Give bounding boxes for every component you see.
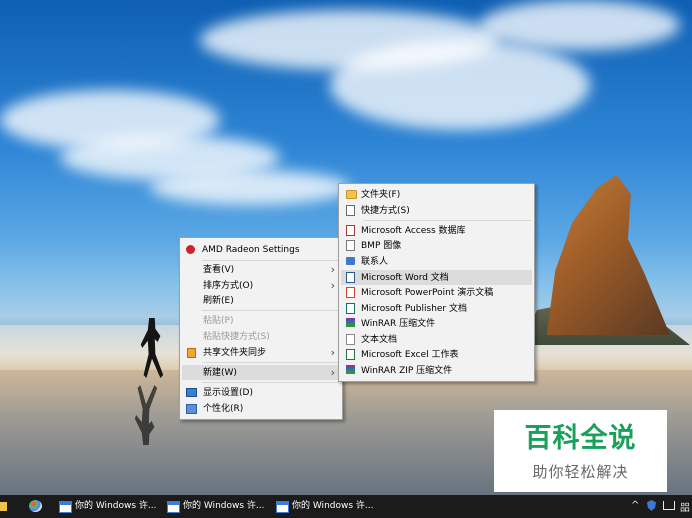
menu-item-label: AMD Radeon Settings (202, 245, 300, 255)
chevron-right-icon: › (330, 366, 335, 379)
shortcut-icon (346, 205, 355, 216)
access-icon (346, 225, 355, 236)
text-document-icon (346, 334, 355, 345)
paint-icon (29, 500, 42, 512)
display-settings-icon (186, 388, 197, 397)
menu-item-personalize[interactable]: 个性化(R) (182, 401, 340, 416)
chevron-right-icon: › (330, 263, 335, 276)
taskbar-window-button[interactable]: 你的 Windows 许... (165, 496, 270, 517)
amd-radeon-icon (186, 245, 195, 254)
submenu-item-powerpoint[interactable]: Microsoft PowerPoint 演示文稿 (341, 285, 532, 300)
menu-item-display-settings[interactable]: 显示设置(D) (182, 385, 340, 400)
wallpaper-rock (546, 175, 670, 335)
submenu-item-label: 快捷方式(S) (361, 206, 410, 216)
menu-separator (202, 382, 339, 383)
submenu-item-label: 文本文档 (361, 335, 398, 345)
new-submenu: 文件夹(F) 快捷方式(S) Microsoft Access 数据库 BMP … (338, 183, 535, 382)
taskbar-app-button[interactable] (0, 496, 8, 517)
taskbar-window-title: 你的 Windows 许... (75, 501, 157, 511)
watermark-subtitle: 助你轻松解决 (532, 463, 629, 481)
tray-overflow-chevron-icon[interactable]: ^ (631, 499, 639, 513)
submenu-item-winrar-zip[interactable]: WinRAR ZIP 压缩文件 (341, 363, 532, 378)
menu-separator (202, 260, 339, 261)
menu-item-label: 排序方式(O) (203, 281, 254, 291)
submenu-item-contact[interactable]: 联系人 (341, 254, 532, 269)
submenu-item-publisher[interactable]: Microsoft Publisher 文档 (341, 301, 532, 316)
wallpaper-cloud (330, 40, 590, 130)
wallpaper-cloud (480, 0, 680, 50)
menu-item-sort-by[interactable]: 排序方式(O) › (182, 278, 340, 293)
ime-indicator-icon[interactable]: 㗊 (680, 499, 690, 514)
menu-item-amd-radeon-settings[interactable]: AMD Radeon Settings (182, 242, 340, 257)
chevron-right-icon: › (330, 346, 335, 359)
desktop-context-menu: AMD Radeon Settings 查看(V) › 排序方式(O) › 刷新… (179, 237, 343, 420)
submenu-item-shortcut[interactable]: 快捷方式(S) (341, 203, 532, 218)
taskbar-window-button[interactable]: 你的 Windows 许... (57, 496, 162, 517)
submenu-item-label: BMP 图像 (361, 241, 402, 251)
menu-item-label: 粘贴快捷方式(S) (203, 332, 270, 342)
taskbar-window-button[interactable]: 你的 Windows 许... (274, 496, 379, 517)
bmp-icon (346, 240, 355, 251)
menu-item-label: 查看(V) (203, 265, 235, 275)
submenu-item-text-document[interactable]: 文本文档 (341, 332, 532, 347)
menu-item-paste-shortcut[interactable]: 粘贴快捷方式(S) (182, 329, 340, 344)
submenu-item-bmp-image[interactable]: BMP 图像 (341, 238, 532, 253)
folder-icon (346, 190, 357, 199)
menu-item-refresh[interactable]: 刷新(E) (182, 293, 340, 308)
menu-separator (202, 362, 339, 363)
excel-icon (346, 349, 355, 360)
winrar-zip-icon (346, 365, 355, 374)
menu-separator (363, 220, 531, 221)
submenu-item-label: 联系人 (361, 257, 389, 267)
watermark-title: 百科全说 (524, 423, 637, 454)
submenu-item-label: Microsoft Word 文档 (361, 273, 449, 283)
taskbar-window-title: 你的 Windows 许... (183, 501, 265, 511)
chevron-right-icon: › (330, 279, 335, 292)
defender-shield-icon[interactable] (647, 500, 656, 511)
network-icon[interactable] (663, 501, 675, 510)
publisher-icon (346, 303, 355, 314)
word-icon (346, 272, 355, 283)
submenu-item-label: Microsoft Access 数据库 (361, 226, 466, 236)
menu-item-label: 个性化(R) (203, 404, 244, 414)
taskbar-paint-button[interactable] (26, 496, 44, 517)
powerpoint-icon (346, 287, 355, 298)
taskbar: 你的 Windows 许... 你的 Windows 许... 你的 Windo… (0, 495, 692, 518)
menu-separator (202, 310, 339, 311)
wallpaper-cloud (150, 170, 350, 205)
menu-item-view[interactable]: 查看(V) › (182, 262, 340, 277)
watermark-logo: 百科全说 助你轻松解决 (494, 410, 667, 492)
taskbar-window-title: 你的 Windows 许... (292, 501, 374, 511)
submenu-item-label: 文件夹(F) (361, 190, 401, 200)
submenu-item-winrar-archive[interactable]: WinRAR 压缩文件 (341, 316, 532, 331)
submenu-item-label: Microsoft Publisher 文档 (361, 304, 467, 314)
contact-icon (346, 257, 355, 265)
menu-item-paste[interactable]: 粘贴(P) (182, 313, 340, 328)
menu-item-new[interactable]: 新建(W) › (182, 365, 340, 380)
submenu-item-label: Microsoft Excel 工作表 (361, 350, 459, 360)
menu-item-label: 共享文件夹同步 (203, 348, 267, 358)
personalize-icon (186, 404, 197, 414)
menu-item-label: 显示设置(D) (203, 388, 253, 398)
menu-item-share-folder-sync[interactable]: 共享文件夹同步 › (182, 345, 340, 360)
submenu-item-access-database[interactable]: Microsoft Access 数据库 (341, 223, 532, 238)
submenu-item-excel[interactable]: Microsoft Excel 工作表 (341, 347, 532, 362)
menu-item-label: 新建(W) (203, 368, 237, 378)
submenu-item-label: Microsoft PowerPoint 演示文稿 (361, 288, 494, 298)
menu-item-label: 粘贴(P) (203, 316, 234, 326)
menu-item-label: 刷新(E) (203, 296, 234, 306)
window-icon (59, 501, 72, 513)
file-explorer-icon (0, 502, 7, 511)
winrar-icon (346, 318, 355, 327)
submenu-item-folder[interactable]: 文件夹(F) (341, 187, 532, 202)
submenu-item-label: WinRAR ZIP 压缩文件 (361, 366, 453, 376)
window-icon (167, 501, 180, 513)
window-icon (276, 501, 289, 513)
share-sync-icon (187, 348, 196, 358)
submenu-item-word-document[interactable]: Microsoft Word 文档 (341, 270, 532, 285)
submenu-item-label: WinRAR 压缩文件 (361, 319, 436, 329)
